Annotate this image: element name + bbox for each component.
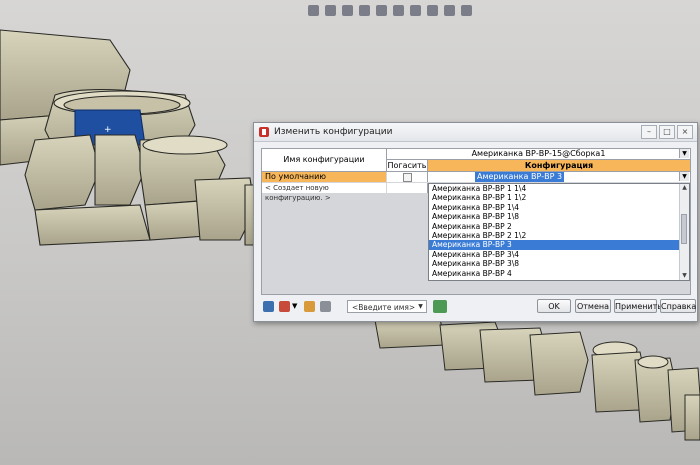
modify-configurations-dialog: Изменить конфигурации – □ × Имя конфигур… [253,122,698,322]
configuration-option[interactable]: Американка ВР-ВР 3\8 [429,259,689,268]
table-icon[interactable] [263,301,274,312]
configuration-option[interactable]: Американка ВР-ВР 1 1\2 [429,193,689,202]
configuration-option[interactable]: Американка ВР-ВР 2 [429,222,689,231]
solidworks-icon [259,127,269,137]
svg-text:+: + [104,125,112,135]
scroll-down-icon[interactable]: ▼ [680,272,689,280]
configuration-header: Конфигурация [428,160,690,172]
zoom-area-icon[interactable] [325,4,336,16]
config-row-default[interactable]: По умолчанию [262,172,386,182]
scene-icon[interactable] [444,4,455,16]
cancel-button[interactable]: Отмена [575,299,611,313]
configuration-option[interactable]: Американка ВР-ВР 1\4 [429,203,689,212]
new-config-row[interactable]: < Создает новую конфигурацию. > [262,183,386,202]
view-settings-icon[interactable] [461,4,472,16]
component-header[interactable]: Американка ВР-ВР-15@Сборка1 ▼ [387,149,690,160]
ok-button[interactable]: OK [537,299,571,313]
previous-view-icon[interactable] [342,4,353,16]
table-name-placeholder: <Введите имя> [352,303,416,312]
configuration-option[interactable]: Американка ВР-ВР 2 1\2 [429,231,689,240]
suppress-cell [387,172,428,182]
chevron-down-icon[interactable]: ▼ [292,301,298,312]
dropdown-scrollbar[interactable]: ▲ ▼ [679,184,689,280]
dialog-title: Изменить конфигурации [274,127,393,137]
chevron-down-icon[interactable]: ▼ [679,149,689,158]
table-name-combo[interactable]: <Введите имя> ▼ [347,300,427,313]
open-folder-icon[interactable] [304,301,315,312]
excel-table-icon[interactable] [433,300,447,313]
new-config-suppress-cell [387,183,428,193]
minimize-button[interactable]: – [641,125,657,139]
apply-button[interactable]: Применить [614,299,662,313]
dialog-titlebar[interactable]: Изменить конфигурации – □ × [254,123,697,142]
configuration-select-value: Американка ВР-ВР 3 [475,172,565,182]
dialog-bottom-toolbar: ▼ <Введите имя> ▼ OK Отмена Применить Сп… [261,299,696,315]
appearance-icon[interactable] [427,4,438,16]
scroll-thumb[interactable] [681,214,687,244]
hide-show-icon[interactable] [410,4,421,16]
view-orientation-icon[interactable] [376,4,387,16]
configuration-select[interactable]: Американка ВР-ВР 3 ▼ [428,172,690,182]
configuration-dropdown-list[interactable]: Американка ВР-ВР 1 1\4 Американка ВР-ВР 1… [428,183,690,281]
configurations-table: Имя конфигурации Американка ВР-ВР-15@Сбо… [261,148,691,295]
suppress-header: Погасить [387,160,428,172]
zoom-fit-icon[interactable] [308,4,319,16]
scroll-up-icon[interactable]: ▲ [680,184,689,192]
config-feature-icon[interactable] [279,301,290,312]
heads-up-toolbar [308,2,472,18]
configuration-option[interactable]: Американка ВР-ВР 3\4 [429,250,689,259]
component-label: Американка ВР-ВР-15@Сборка1 [471,149,606,158]
config-name-header: Имя конфигурации [262,149,387,172]
save-icon[interactable] [320,301,331,312]
close-button[interactable]: × [677,125,693,139]
display-style-icon[interactable] [393,4,404,16]
configuration-option[interactable]: Американка ВР-ВР 1\8 [429,212,689,221]
chevron-down-icon[interactable]: ▼ [416,302,425,311]
help-button[interactable]: Справка [660,299,696,313]
configuration-option[interactable]: Американка ВР-ВР 3 [429,240,689,250]
configuration-option[interactable]: Американка ВР-ВР 1 1\4 [429,184,689,193]
section-view-icon[interactable] [359,4,370,16]
maximize-button[interactable]: □ [659,125,675,139]
suppress-checkbox[interactable] [403,173,412,182]
configuration-option[interactable]: Американка ВР-ВР 4 [429,269,689,278]
chevron-down-icon[interactable]: ▼ [679,172,689,181]
